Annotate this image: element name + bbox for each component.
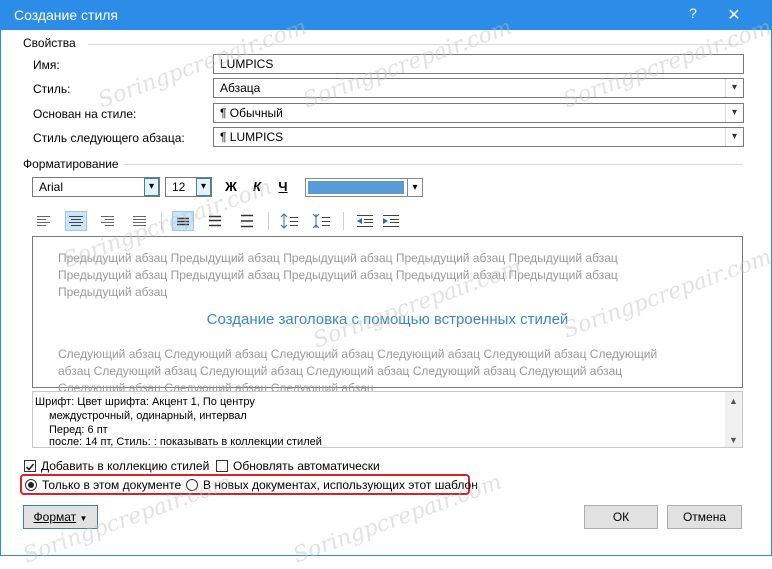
toolbar-separator — [268, 212, 269, 230]
based-on-value: ¶ Обычный — [220, 106, 283, 120]
one-and-half-spacing-icon — [209, 215, 221, 227]
decrease-indent-button[interactable] — [354, 211, 376, 231]
align-right-button[interactable] — [97, 211, 119, 231]
font-color-swatch — [308, 181, 404, 194]
chevron-down-icon[interactable]: ▾ — [144, 178, 159, 196]
properties-divider — [88, 44, 743, 45]
font-value: Arial — [39, 180, 64, 194]
new-docs-label[interactable]: В новых документах, использующих этот ша… — [203, 478, 478, 492]
checkmark-icon — [25, 463, 35, 471]
description-line: после: 14 пт, Стиль: : показывать в колл… — [49, 436, 322, 448]
single-spacing-button[interactable] — [172, 211, 194, 231]
double-spacing-button[interactable] — [236, 211, 258, 231]
double-spacing-icon — [241, 214, 253, 228]
style-preview: Предыдущий абзац Предыдущий абзац Предыд… — [32, 236, 743, 395]
auto-update-label[interactable]: Обновлять автоматически — [233, 459, 380, 473]
help-button[interactable]: ? — [683, 5, 703, 25]
chevron-down-icon[interactable]: ▾ — [725, 104, 743, 122]
align-left-button[interactable] — [33, 211, 55, 231]
previous-paragraph-text: Предыдущий абзац Предыдущий абзац Предыд… — [58, 251, 618, 299]
space-before-increase-icon — [280, 213, 298, 229]
justify-icon — [133, 216, 146, 226]
underline-button[interactable]: Ч — [272, 177, 294, 197]
format-menu-button[interactable]: Формат ▼ — [23, 505, 98, 529]
italic-button[interactable]: К — [246, 177, 268, 197]
style-description: Шрифт: Цвет шрифта: Акцент 1, По центру … — [32, 391, 743, 448]
align-center-icon — [69, 216, 83, 226]
preview-sample-text: Создание заголовка с помощью встроенных … — [206, 311, 569, 328]
formatting-divider — [123, 164, 743, 165]
only-this-doc-radio[interactable] — [25, 479, 37, 491]
bold-button[interactable]: Ж — [220, 177, 242, 197]
style-type-value: Абзаца — [220, 81, 261, 95]
description-line: Шрифт: Цвет шрифта: Акцент 1, По центру — [35, 396, 255, 408]
next-style-value: ¶ LUMPICS — [220, 130, 284, 144]
based-on-label: Основан на стиле: — [33, 107, 137, 121]
space-before-decrease-icon — [312, 213, 330, 229]
one-and-half-spacing-button[interactable] — [204, 211, 226, 231]
add-to-gallery-label[interactable]: Добавить в коллекцию стилей — [41, 459, 209, 473]
toolbar-separator — [343, 212, 344, 230]
formatting-section-label: Форматирование — [23, 157, 119, 171]
auto-update-checkbox[interactable] — [216, 460, 228, 472]
font-color-picker[interactable]: ▾ — [305, 178, 423, 197]
font-select[interactable]: Arial ▾ — [32, 177, 160, 197]
chevron-down-icon[interactable]: ▾ — [725, 128, 743, 146]
only-this-doc-label[interactable]: Только в этом документе — [42, 478, 181, 492]
justify-button[interactable] — [129, 211, 151, 231]
chevron-down-icon[interactable]: ▾ — [407, 179, 422, 196]
add-to-gallery-checkbox[interactable] — [24, 460, 36, 472]
increase-indent-button[interactable] — [380, 211, 402, 231]
new-docs-radio[interactable] — [186, 479, 198, 491]
format-button-label: Формат — [33, 510, 77, 524]
font-size-select[interactable]: 12 ▾ — [165, 177, 212, 197]
description-line: междустрочный, одинарный, интервал — [49, 410, 247, 422]
align-right-icon — [101, 216, 114, 226]
properties-section-label: Свойства — [23, 36, 76, 50]
single-spacing-icon — [177, 217, 189, 226]
increase-indent-icon — [383, 215, 399, 227]
caret-down-icon: ▼ — [79, 514, 88, 523]
decrease-indent-icon — [357, 215, 373, 227]
title-bar: Создание стиля ? ✕ — [0, 0, 772, 30]
next-paragraph-text: Следующий абзац Следующий абзац Следующи… — [58, 347, 658, 395]
based-on-select[interactable]: ¶ Обычный ▾ — [213, 103, 744, 123]
name-input[interactable]: LUMPICS — [213, 54, 744, 74]
align-center-button[interactable] — [65, 211, 87, 231]
next-style-label: Стиль следующего абзаца: — [33, 131, 185, 145]
font-size-value: 12 — [172, 180, 186, 194]
ok-button[interactable]: ОК — [584, 505, 658, 529]
chevron-down-icon[interactable]: ▾ — [725, 79, 743, 97]
dialog-title: Создание стиля — [14, 7, 119, 23]
description-scrollbar[interactable]: ▲ ▼ — [725, 392, 742, 447]
name-label: Имя: — [33, 58, 60, 72]
radio-dot — [28, 482, 34, 488]
space-before-increase-button[interactable] — [279, 211, 301, 231]
cancel-button[interactable]: Отмена — [667, 505, 742, 529]
chevron-down-icon[interactable]: ▾ — [196, 178, 211, 196]
scroll-down-icon[interactable]: ▼ — [729, 433, 738, 447]
toolbar-separator — [161, 212, 162, 230]
scroll-up-icon[interactable]: ▲ — [729, 394, 738, 408]
space-before-decrease-button[interactable] — [311, 211, 333, 231]
next-style-select[interactable]: ¶ LUMPICS ▾ — [213, 127, 744, 147]
align-left-icon — [37, 216, 50, 226]
style-type-label: Стиль: — [33, 82, 71, 96]
style-type-select[interactable]: Абзаца ▾ — [213, 78, 744, 98]
close-button[interactable]: ✕ — [724, 5, 744, 25]
